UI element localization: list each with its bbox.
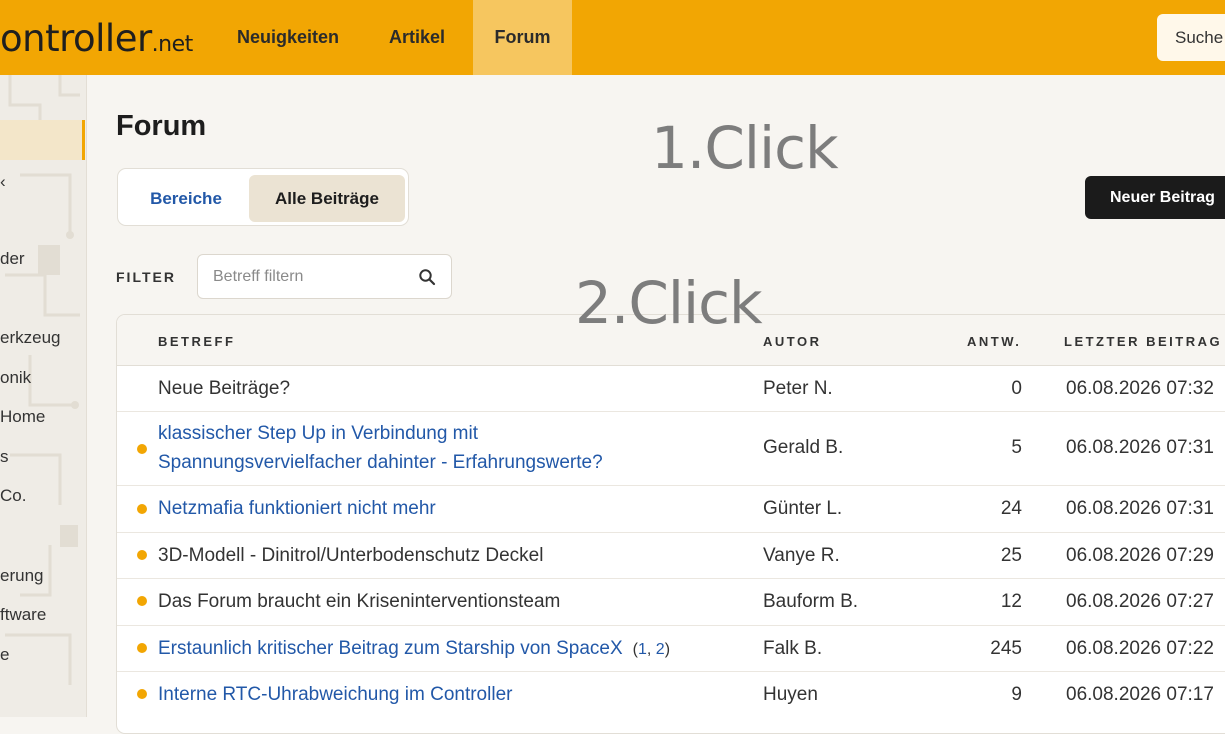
filter-input[interactable] bbox=[197, 254, 452, 299]
column-header-letzter-beitrag[interactable]: LETZTER BEITRAG bbox=[1064, 334, 1222, 349]
unread-dot bbox=[137, 504, 147, 514]
sidebar-item-9[interactable]: e bbox=[0, 645, 9, 665]
row-last-post[interactable]: 06.08.2026 07:31 bbox=[1066, 498, 1214, 520]
logo-main: ontroller bbox=[0, 17, 152, 60]
unread-dot bbox=[137, 550, 147, 560]
overlay-click-1: 1.Click bbox=[651, 114, 839, 182]
table-row[interactable]: Interne RTC-Uhrabweichung im Controller … bbox=[117, 671, 1225, 718]
row-replies: 245 bbox=[990, 638, 1022, 659]
site-logo[interactable]: ontroller.net bbox=[0, 14, 193, 70]
row-replies: 0 bbox=[1011, 378, 1022, 399]
row-last-post[interactable]: 06.08.2026 07:17 bbox=[1066, 684, 1214, 706]
row-replies: 5 bbox=[1011, 437, 1022, 458]
view-tabs: Bereiche Alle Beiträge bbox=[117, 168, 409, 226]
row-subject[interactable]: Netzmafia funktioniert nicht mehr bbox=[158, 494, 436, 523]
row-subject[interactable]: Interne RTC-Uhrabweichung im Controller bbox=[158, 680, 512, 709]
nav-artikel[interactable]: Artikel bbox=[368, 0, 466, 75]
page-links: (1, 2) bbox=[632, 641, 671, 658]
row-replies: 25 bbox=[1000, 545, 1022, 566]
unread-dot bbox=[137, 596, 147, 606]
row-replies: 9 bbox=[1011, 684, 1022, 705]
row-last-post[interactable]: 06.08.2026 07:31 bbox=[1066, 437, 1214, 459]
unread-dot bbox=[137, 643, 147, 653]
unread-dot bbox=[137, 689, 147, 699]
row-subject[interactable]: 3D-Modell - Dinitrol/Unterbodenschutz De… bbox=[158, 541, 543, 570]
row-subject: Erstaunlich kritischer Beitrag zum Stars… bbox=[158, 634, 670, 664]
posts-table: BETREFF AUTOR ANTW. LETZTER BEITRAG Neue… bbox=[116, 314, 1225, 734]
table-row[interactable]: 3D-Modell - Dinitrol/Unterbodenschutz De… bbox=[117, 532, 1225, 579]
page-link-2[interactable]: 2 bbox=[656, 641, 665, 658]
table-row[interactable]: Das Forum braucht ein Krisenintervention… bbox=[117, 578, 1225, 626]
sidebar-item-8[interactable]: ftware bbox=[0, 605, 46, 625]
nav-forum[interactable]: Forum bbox=[473, 0, 572, 75]
column-header-autor[interactable]: AUTOR bbox=[763, 334, 821, 349]
sidebar-item-5[interactable]: s bbox=[0, 447, 9, 467]
row-author: Günter L. bbox=[763, 498, 843, 519]
sidebar-item-fragment: ‹ bbox=[0, 172, 6, 191]
tab-alle-beitraege[interactable]: Alle Beiträge bbox=[249, 175, 405, 222]
row-last-post[interactable]: 06.08.2026 07:29 bbox=[1066, 545, 1214, 567]
logo-tld: .net bbox=[151, 32, 194, 57]
sidebar-item-6[interactable]: Co. bbox=[0, 486, 26, 506]
sidebar-item-2[interactable]: erkzeug bbox=[0, 328, 60, 348]
sidebar: ‹ der erkzeug onik Home s Co. erung ftwa… bbox=[0, 75, 87, 717]
table-row[interactable]: Netzmafia funktioniert nicht mehr Günter… bbox=[117, 485, 1225, 533]
row-subject-link[interactable]: Erstaunlich kritischer Beitrag zum Stars… bbox=[158, 638, 623, 659]
top-header: ontroller.net Neuigkeiten Artikel Forum … bbox=[0, 0, 1225, 75]
row-subject[interactable]: Neue Beiträge? bbox=[158, 374, 290, 403]
unread-dot bbox=[137, 444, 147, 454]
sidebar-item-3[interactable]: onik bbox=[0, 368, 31, 388]
column-header-betreff[interactable]: BETREFF bbox=[158, 334, 235, 349]
row-subject-line: Spannungsvervielfacher dahinter - Erfahr… bbox=[158, 452, 603, 473]
row-author: Falk B. bbox=[763, 638, 823, 659]
row-last-post[interactable]: 06.08.2026 07:22 bbox=[1066, 638, 1214, 660]
tab-bereiche[interactable]: Bereiche bbox=[124, 175, 248, 222]
filter-label: FILTER bbox=[116, 269, 176, 285]
row-author: Huyen bbox=[763, 684, 818, 705]
table-header: BETREFF AUTOR ANTW. LETZTER BEITRAG bbox=[117, 315, 1225, 366]
page-title: Forum bbox=[116, 110, 207, 142]
search-icon[interactable] bbox=[418, 268, 436, 286]
row-replies: 12 bbox=[1000, 591, 1022, 612]
row-last-post[interactable]: 06.08.2026 07:32 bbox=[1066, 378, 1214, 400]
row-author: Vanye R. bbox=[763, 545, 840, 566]
sidebar-item-4[interactable]: Home bbox=[0, 407, 45, 427]
sidebar-item-active[interactable] bbox=[0, 120, 85, 160]
row-replies: 24 bbox=[1000, 498, 1022, 519]
table-row[interactable]: Erstaunlich kritischer Beitrag zum Stars… bbox=[117, 625, 1225, 672]
sidebar-item-7[interactable]: erung bbox=[0, 566, 43, 586]
new-post-button[interactable]: Neuer Beitrag bbox=[1085, 176, 1225, 219]
column-header-antw[interactable]: ANTW. bbox=[967, 334, 1021, 349]
page-link-1[interactable]: 1 bbox=[638, 641, 647, 658]
header-search-button[interactable]: Suche bbox=[1157, 14, 1225, 61]
nav-neuigkeiten[interactable]: Neuigkeiten bbox=[216, 0, 360, 75]
row-last-post[interactable]: 06.08.2026 07:27 bbox=[1066, 591, 1214, 613]
table-row[interactable]: klassischer Step Up in Verbindung mit Sp… bbox=[117, 411, 1225, 486]
row-subject[interactable]: klassischer Step Up in Verbindung mit Sp… bbox=[158, 419, 603, 477]
row-subject-line: klassischer Step Up in Verbindung mit bbox=[158, 423, 478, 444]
sidebar-item-1[interactable]: der bbox=[0, 249, 25, 269]
row-author: Peter N. bbox=[763, 378, 833, 399]
table-row[interactable]: Neue Beiträge? Peter N. 0 06.08.2026 07:… bbox=[117, 365, 1225, 412]
row-subject[interactable]: Das Forum braucht ein Krisenintervention… bbox=[158, 587, 560, 616]
row-author: Bauform B. bbox=[763, 591, 859, 612]
row-author: Gerald B. bbox=[763, 437, 844, 458]
